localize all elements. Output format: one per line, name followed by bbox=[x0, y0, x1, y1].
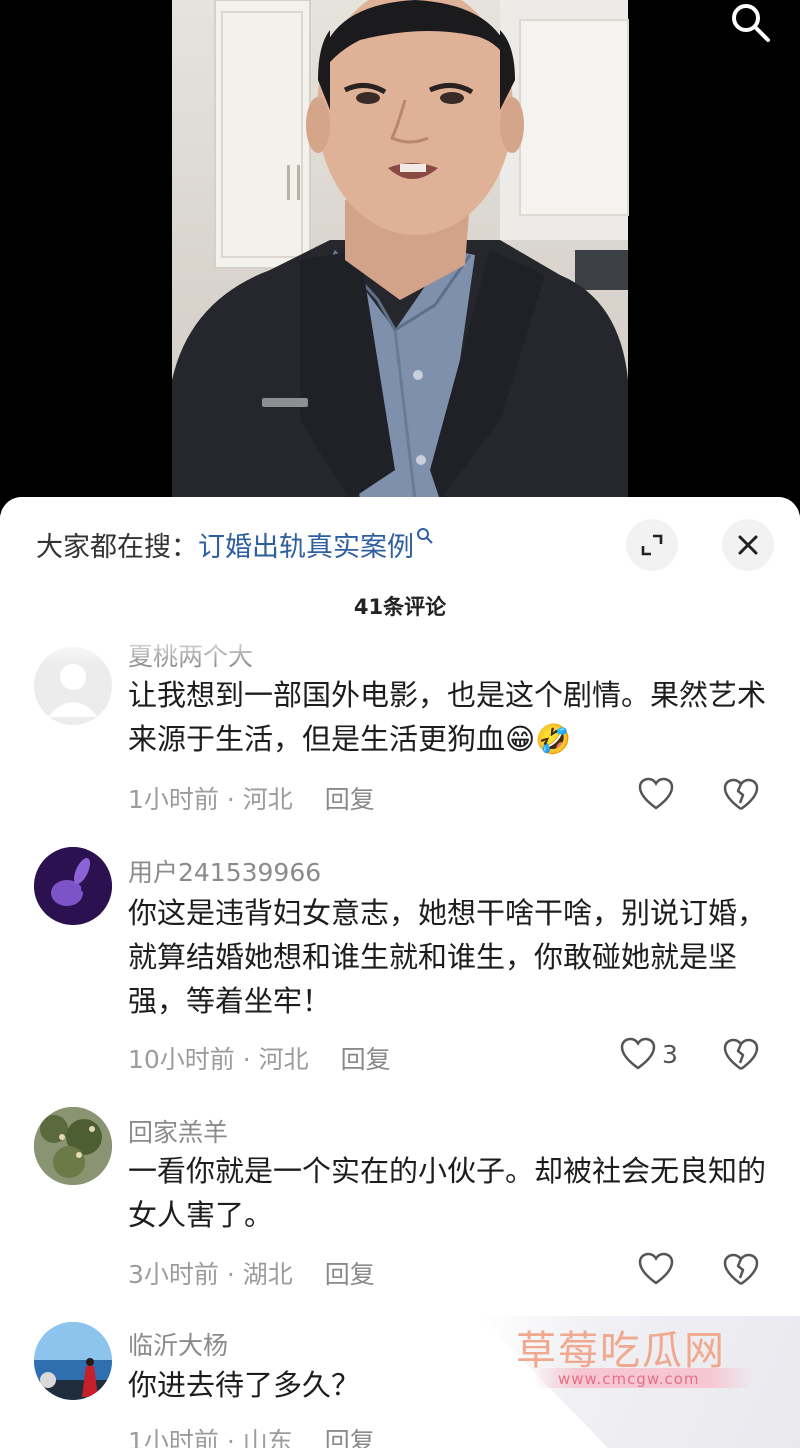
watermark-title: 草莓吃瓜网 bbox=[516, 1328, 726, 1374]
seaside-avatar-icon bbox=[34, 1322, 112, 1400]
comment-time: 1小时前 bbox=[128, 1427, 219, 1448]
comment-username[interactable]: 临沂大杨 bbox=[128, 1326, 228, 1362]
reply-button[interactable]: 回复 bbox=[341, 1045, 391, 1074]
broken-heart-icon[interactable] bbox=[722, 1037, 760, 1073]
comment-time: 10小时前 bbox=[128, 1045, 235, 1074]
broken-heart-icon[interactable] bbox=[722, 1252, 760, 1288]
comment-meta: 1小时前 · 山东 回复 bbox=[128, 1422, 375, 1448]
watermark: 草莓吃瓜网 www.cmcgw.com bbox=[480, 1316, 800, 1448]
avatar[interactable] bbox=[34, 1107, 112, 1185]
heart-icon bbox=[638, 777, 674, 810]
rabbit-avatar-icon bbox=[34, 847, 112, 925]
comment-location: 河北 bbox=[242, 785, 293, 814]
reply-button[interactable]: 回复 bbox=[325, 785, 375, 814]
hot-search-bar: 大家都在搜：订婚出轨真实案例 bbox=[36, 525, 434, 564]
comment-username[interactable]: 用户241539966 bbox=[128, 853, 321, 889]
meta-separator: · bbox=[234, 1045, 259, 1074]
meta-separator: · bbox=[218, 785, 243, 814]
default-avatar-icon bbox=[48, 664, 98, 717]
comment-location: 山东 bbox=[242, 1427, 293, 1448]
video-person-image bbox=[172, 0, 629, 500]
comment-location: 湖北 bbox=[242, 1260, 293, 1289]
like-button[interactable]: 3 bbox=[620, 1037, 678, 1071]
sheet-header-background bbox=[0, 497, 800, 667]
close-icon bbox=[738, 535, 758, 555]
avatar[interactable] bbox=[34, 1322, 112, 1400]
comment-text: 让我想到一部国外电影，也是这个剧情。果然艺术来源于生活，但是生活更狗血😁🤣 bbox=[128, 678, 767, 756]
avatar[interactable] bbox=[34, 847, 112, 925]
comment-meta: 10小时前 · 河北 回复 bbox=[128, 1040, 391, 1076]
comment-time: 3小时前 bbox=[128, 1260, 219, 1289]
comment-sheet: 夏桃两个大 让我想到一部国外电影，也是这个剧情。果然艺术来源于生活，但是生活更狗… bbox=[0, 497, 800, 1448]
search-icon[interactable] bbox=[416, 527, 434, 545]
reply-button[interactable]: 回复 bbox=[325, 1260, 375, 1289]
meta-separator: · bbox=[218, 1260, 243, 1289]
comment-time: 1小时前 bbox=[128, 785, 219, 814]
like-count: 3 bbox=[662, 1039, 678, 1069]
meta-separator: · bbox=[218, 1427, 243, 1448]
hot-search-prefix: 大家都在搜： bbox=[36, 532, 198, 563]
comment-count: 41条评论 bbox=[353, 595, 447, 619]
comment-username[interactable]: 夏桃两个大 bbox=[128, 637, 253, 673]
comment-meta: 1小时前 · 河北 回复 bbox=[128, 780, 375, 816]
avatar[interactable] bbox=[34, 647, 112, 725]
heart-icon bbox=[620, 1037, 656, 1070]
comment-text: 你这是违背妇女意志，她想干啥干啥，别说订婚，就算结婚她想和谁生就和谁生，你敢碰她… bbox=[128, 896, 767, 1018]
expand-button[interactable] bbox=[626, 519, 678, 571]
reply-button[interactable]: 回复 bbox=[325, 1427, 375, 1448]
video-player[interactable] bbox=[0, 0, 800, 500]
search-icon[interactable] bbox=[728, 0, 772, 44]
comment-meta: 3小时前 · 湖北 回复 bbox=[128, 1255, 375, 1291]
comment-text: 一看你就是一个实在的小伙子。却被社会无良知的女人害了。 bbox=[128, 1154, 767, 1232]
like-button[interactable] bbox=[638, 1252, 680, 1286]
heart-icon bbox=[638, 1252, 674, 1285]
hot-search-keyword[interactable]: 订婚出轨真实案例 bbox=[198, 532, 414, 563]
watermark-url: www.cmcgw.com bbox=[558, 1370, 700, 1388]
close-button[interactable] bbox=[722, 519, 774, 571]
broken-heart-icon[interactable] bbox=[722, 777, 760, 813]
like-button[interactable] bbox=[638, 777, 680, 811]
expand-icon bbox=[641, 534, 663, 556]
plant-avatar-icon bbox=[34, 1107, 112, 1185]
comment-username[interactable]: 回家羔羊 bbox=[128, 1113, 228, 1149]
comment-location: 河北 bbox=[258, 1045, 309, 1074]
